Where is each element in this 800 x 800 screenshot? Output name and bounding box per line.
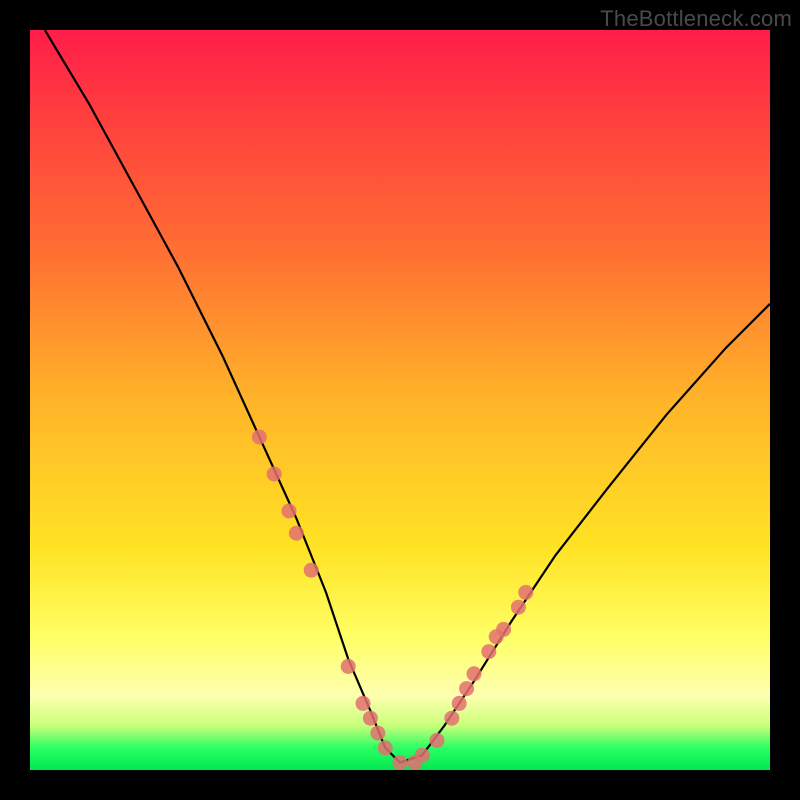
- marker-point: [356, 696, 371, 711]
- marker-point: [430, 733, 445, 748]
- marker-point: [393, 755, 408, 770]
- marker-point: [452, 696, 467, 711]
- marker-point: [496, 622, 511, 637]
- chart-svg: [30, 30, 770, 770]
- marker-point: [252, 430, 267, 445]
- marker-point: [304, 563, 319, 578]
- marker-point: [511, 600, 526, 615]
- marker-point: [518, 585, 533, 600]
- watermark-text: TheBottleneck.com: [600, 6, 792, 32]
- marker-point: [467, 666, 482, 681]
- marker-point: [459, 681, 474, 696]
- marker-point: [370, 726, 385, 741]
- marker-point: [341, 659, 356, 674]
- marker-point: [289, 526, 304, 541]
- marker-group: [252, 430, 533, 771]
- marker-point: [481, 644, 496, 659]
- marker-point: [415, 748, 430, 763]
- marker-point: [378, 740, 393, 755]
- marker-point: [282, 504, 297, 519]
- chart-frame: [30, 30, 770, 770]
- bottleneck-curve: [45, 30, 770, 763]
- marker-point: [444, 711, 459, 726]
- marker-point: [267, 467, 282, 482]
- marker-point: [363, 711, 378, 726]
